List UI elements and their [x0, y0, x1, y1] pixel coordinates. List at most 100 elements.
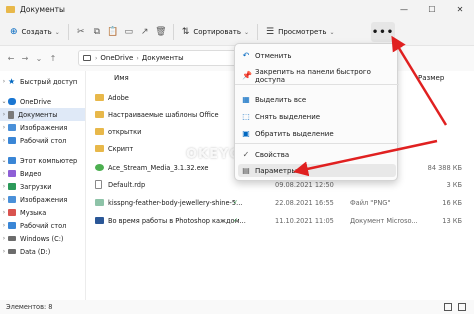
menu-item-properties[interactable]: ✓ Свойства: [235, 148, 399, 161]
up-icon[interactable]: ↑: [46, 54, 60, 63]
column-header-name[interactable]: Имя: [114, 74, 129, 82]
menu-divider: [235, 84, 399, 85]
sidebar-item-drive-d[interactable]: › Data (D:): [0, 245, 85, 258]
file-name: Ace_Stream_Media_3.1.32.exe: [108, 163, 209, 172]
invert-selection-icon: ▣: [242, 128, 250, 138]
download-icon: [8, 183, 16, 190]
sidebar-item-this-pc[interactable]: ⌄ Этот компьютер: [0, 154, 85, 167]
chevron-right-icon[interactable]: ›: [0, 170, 8, 177]
file-size: 16 КБ: [442, 198, 462, 207]
menu-item-invert-selection[interactable]: ▣ Обратить выделение: [235, 127, 399, 140]
sidebar-item-drive-c[interactable]: › Windows (C:): [0, 232, 85, 245]
tiles-view-icon[interactable]: [458, 303, 466, 311]
sort-button[interactable]: ⇅ Сортировать ⌄: [178, 22, 253, 42]
copy-icon[interactable]: ⧉: [89, 23, 105, 41]
music-icon: [8, 209, 16, 216]
menu-item-options[interactable]: ▤ Параметры: [238, 164, 396, 177]
chevron-right-icon[interactable]: ›: [0, 209, 8, 216]
forward-icon[interactable]: →: [18, 54, 32, 63]
chevron-right-icon[interactable]: ›: [0, 137, 8, 144]
word-file-icon: [95, 217, 104, 224]
chevron-down-icon: ⌄: [54, 28, 60, 36]
rename-icon[interactable]: ▭: [121, 23, 137, 41]
cloud-icon: [8, 98, 16, 105]
options-icon: ▤: [242, 165, 250, 175]
chevron-down-icon[interactable]: ⌄: [0, 157, 8, 164]
sidebar-item-label: Загрузки: [20, 182, 52, 191]
menu-item-label: Параметры: [255, 166, 297, 175]
chevron-right-icon[interactable]: ›: [0, 222, 8, 229]
sort-button-label: Сортировать: [193, 28, 241, 36]
chevron-down-icon: ⌄: [329, 28, 335, 36]
monitor-icon: [83, 55, 91, 61]
menu-item-label: Свойства: [255, 150, 290, 159]
sidebar-item-music[interactable]: › Музыка: [0, 206, 85, 219]
folder-icon: [95, 145, 104, 152]
sidebar-item-downloads[interactable]: › Загрузки: [0, 180, 85, 193]
window-title: Документы: [20, 5, 65, 14]
toolbar-divider: [67, 24, 69, 40]
sidebar-item-onedrive[interactable]: ⌄ OneDrive: [0, 95, 85, 108]
rdp-file-icon: [95, 180, 102, 189]
minimize-button[interactable]: —: [390, 0, 418, 19]
image-file-icon: [95, 199, 104, 206]
column-header-size[interactable]: Размер: [418, 74, 444, 82]
breadcrumb-onedrive[interactable]: OneDrive: [100, 54, 133, 62]
paste-icon[interactable]: 📋: [105, 23, 121, 41]
sidebar-item-videos[interactable]: › Видео: [0, 167, 85, 180]
recent-chevron-icon[interactable]: ⌄: [32, 54, 46, 63]
toolbar-divider: [172, 24, 174, 40]
menu-item-label: Снять выделение: [255, 112, 321, 121]
sidebar-item-desktop[interactable]: › Рабочий стол: [0, 134, 85, 147]
file-name: Скрипт: [108, 144, 134, 153]
list-item[interactable]: kisspng-feather-body-jewellery-shine-5..…: [87, 196, 474, 209]
sidebar-item-pictures[interactable]: › Изображения: [0, 121, 85, 134]
pin-icon: 📌: [242, 70, 252, 80]
file-name: Во время работы в Photoshop каждом...: [108, 216, 246, 225]
chevron-down-icon[interactable]: ⌄: [0, 98, 8, 105]
sidebar-item-pictures-pc[interactable]: › Изображения: [0, 193, 85, 206]
sidebar-item-label: Рабочий стол: [20, 136, 67, 145]
sidebar-item-label: Видео: [20, 169, 42, 178]
menu-item-label: Закрепить на панели быстрого доступа: [255, 67, 371, 84]
share-icon[interactable]: ↗: [137, 23, 153, 41]
menu-item-undo[interactable]: ↶ Отменить: [235, 49, 399, 62]
chevron-right-icon[interactable]: ›: [0, 235, 8, 242]
maximize-button[interactable]: ☐: [418, 0, 446, 19]
chevron-right-icon[interactable]: ›: [0, 78, 8, 85]
menu-item-label: Выделить все: [255, 95, 307, 104]
sidebar-item-documents[interactable]: › Документы: [0, 108, 85, 121]
title-bar: Документы — ☐ ✕: [0, 0, 474, 19]
list-item[interactable]: Во время работы в Photoshop каждом... ✓ …: [87, 214, 474, 227]
cut-icon[interactable]: ✂: [73, 23, 89, 41]
video-icon: [8, 170, 16, 177]
image-icon: [8, 124, 16, 131]
back-icon[interactable]: ←: [4, 54, 18, 63]
chevron-right-icon[interactable]: ›: [0, 111, 8, 118]
see-more-menu: ↶ Отменить 📌 Закрепить на панели быстрог…: [234, 43, 399, 181]
see-more-button[interactable]: •••: [371, 22, 395, 42]
details-view-icon[interactable]: [444, 303, 452, 311]
navigation-pane: › ★ Быстрый доступ ⌄ OneDrive › Документ…: [0, 71, 86, 300]
menu-item-label: Отменить: [255, 51, 292, 60]
sidebar-item-desktop-pc[interactable]: › Рабочий стол: [0, 219, 85, 232]
delete-icon[interactable]: 🗑: [153, 23, 169, 41]
close-button[interactable]: ✕: [446, 0, 474, 19]
view-button[interactable]: ☰ Просмотреть ⌄: [262, 22, 339, 42]
menu-item-select-all[interactable]: ▦ Выделить все: [235, 93, 399, 106]
new-button[interactable]: ⊕ Создать ⌄: [6, 22, 64, 42]
menu-item-pin-quick-access[interactable]: 📌 Закрепить на панели быстрого доступа: [235, 67, 399, 84]
chevron-right-icon[interactable]: ›: [0, 124, 8, 131]
breadcrumb-documents[interactable]: Документы: [142, 54, 184, 62]
menu-item-select-none[interactable]: ⬚ Снять выделение: [235, 110, 399, 123]
sidebar-item-quick-access[interactable]: › ★ Быстрый доступ: [0, 75, 85, 88]
breadcrumb-separator: ›: [136, 54, 139, 62]
chevron-right-icon[interactable]: ›: [0, 183, 8, 190]
item-count: Элементов: 8: [6, 303, 53, 311]
chevron-right-icon[interactable]: ›: [0, 248, 8, 255]
file-name: kisspng-feather-body-jewellery-shine-5..…: [108, 198, 243, 207]
folder-icon: [95, 128, 104, 135]
sidebar-item-label: Музыка: [20, 208, 47, 217]
chevron-right-icon[interactable]: ›: [0, 196, 8, 203]
breadcrumb-separator: ›: [95, 54, 98, 62]
